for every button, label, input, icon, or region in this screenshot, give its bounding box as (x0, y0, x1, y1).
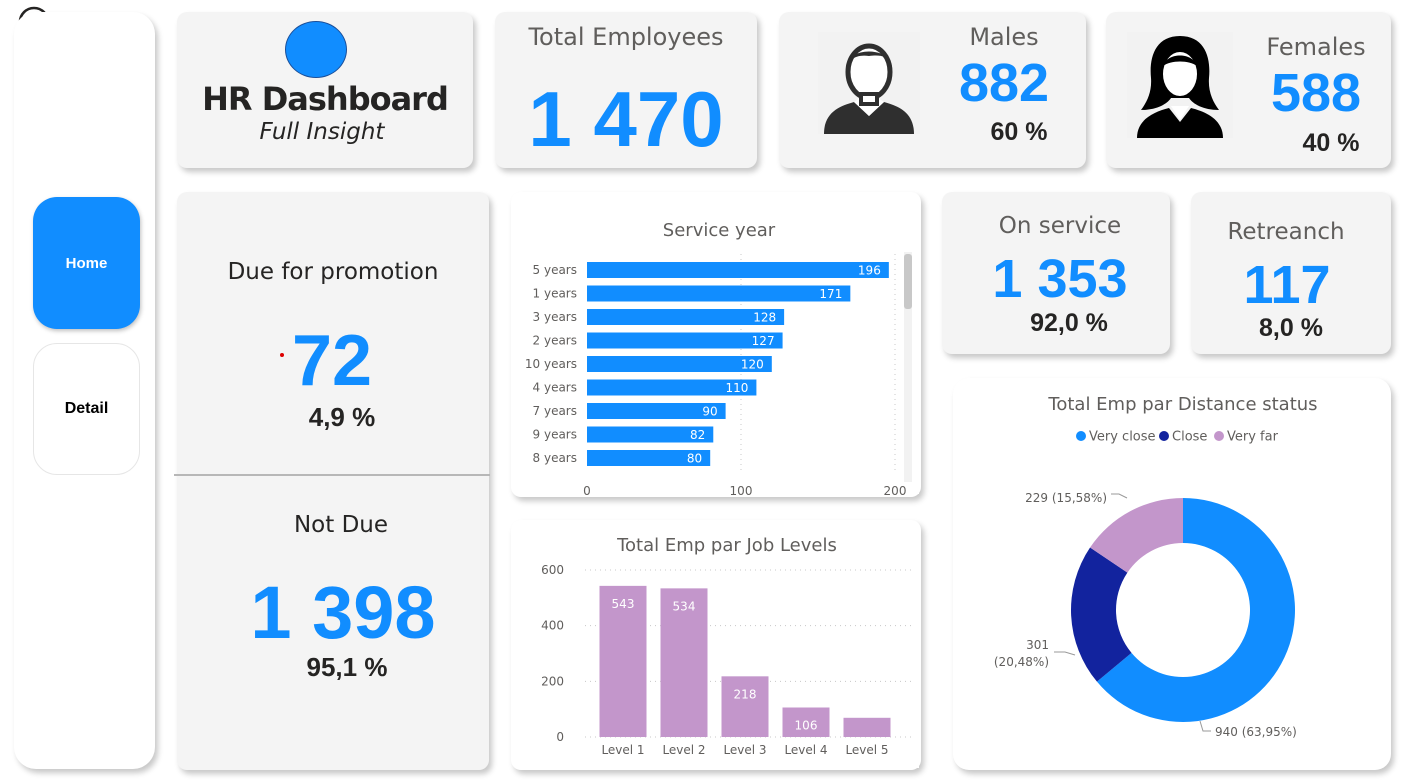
not-due-label: Not Due (293, 512, 389, 538)
service-year-bar[interactable] (587, 262, 889, 278)
job-level-bar[interactable] (843, 717, 891, 737)
females-label: Females (1266, 33, 1366, 61)
legend-label[interactable]: Very far (1227, 430, 1279, 445)
males-percent: 60 % (990, 118, 1048, 146)
x-category-label: Level 1 (601, 743, 644, 757)
leader-line (1054, 651, 1076, 656)
donut-data-label: 940 (63,95%) (1215, 725, 1297, 739)
bar-data-label: 218 (734, 687, 757, 701)
promotion-card: Due for promotion 72 4,9 % Not Due 1 398… (174, 192, 490, 770)
total-employees-value: 1 470 (528, 75, 724, 163)
y-category-label: 7 years (533, 404, 577, 418)
total-employees-card: Total Employees 1 470 (495, 12, 757, 168)
leader-line (1199, 720, 1211, 732)
legend-label[interactable]: Very close (1089, 430, 1156, 445)
distance-status-title: Total Emp par Distance status (1047, 394, 1317, 415)
bar-data-label: 82 (690, 428, 705, 442)
legend-marker (1076, 431, 1086, 441)
retreanch-value: 117 (1243, 255, 1331, 315)
x-tick-label: 0 (583, 484, 591, 497)
not-due-percent: 95,1 % (306, 652, 388, 682)
males-card: Males 882 60 % (779, 12, 1086, 168)
logo-circle (285, 21, 347, 78)
y-category-label: 5 years (533, 263, 577, 277)
on-service-value: 1 353 (992, 249, 1128, 309)
donut-data-label: (20,48%) (994, 655, 1049, 669)
retreanch-percent: 8,0 % (1259, 314, 1323, 342)
x-category-label: Level 3 (723, 743, 766, 757)
female-avatar-icon (1127, 32, 1233, 138)
retreanch-card: Retreanch 117 8,0 % (1191, 192, 1391, 354)
legend-marker (1214, 431, 1224, 441)
y-tick-label: 600 (541, 563, 564, 577)
bar-data-label: 90 (702, 405, 717, 419)
y-category-label: 1 years (533, 287, 577, 301)
y-category-label: 2 years (533, 334, 577, 348)
total-employees-label: Total Employees (528, 23, 724, 51)
x-category-label: Level 5 (845, 743, 888, 757)
females-value: 588 (1270, 63, 1362, 123)
bar-data-label: 196 (858, 264, 881, 278)
x-tick-label: 100 (730, 484, 753, 497)
x-category-label: Level 2 (662, 743, 705, 757)
service-year-title: Service year (663, 220, 776, 241)
bar-data-label: 80 (687, 452, 702, 466)
bar-data-label: 171 (819, 287, 842, 301)
job-levels-card: Total Emp par Job Levels 600 400 200 0 543 Le… (511, 520, 921, 770)
on-service-label: On service (998, 213, 1122, 239)
due-for-promotion-value: 72 (291, 321, 373, 401)
title-card: HR Dashboard Full Insight (177, 12, 473, 168)
job-level-bar[interactable] (721, 676, 769, 737)
donut-data-label: 229 (15,58%) (1025, 491, 1107, 505)
y-tick-label: 200 (541, 674, 564, 688)
nav-detail-button[interactable]: Detail (33, 343, 140, 475)
not-due-value: 1 398 (250, 571, 436, 654)
page-subtitle: Full Insight (259, 119, 385, 145)
y-category-label: 3 years (533, 310, 577, 324)
retreanch-label: Retreanch (1227, 219, 1345, 245)
x-tick-label: 200 (884, 484, 907, 497)
page-title: HR Dashboard (202, 80, 449, 118)
bar-data-label: 543 (612, 597, 635, 611)
scrollbar-thumb[interactable] (904, 254, 912, 309)
bar-data-label: 534 (673, 599, 696, 613)
leader-line (1111, 493, 1128, 499)
distance-status-card: Total Emp par Distance status Very close… (953, 378, 1391, 770)
job-levels-chart: Total Emp par Job Levels 600 400 200 0 543 Le… (536, 530, 919, 768)
on-service-percent: 92,0 % (1030, 309, 1108, 337)
service-year-bar[interactable] (587, 285, 851, 302)
legend-marker (1159, 431, 1169, 441)
on-service-card: On service 1 353 92,0 % (942, 192, 1170, 354)
y-category-label: 8 years (533, 451, 577, 465)
bar-data-label: 106 (795, 718, 818, 732)
bar-data-label: 127 (752, 334, 775, 348)
service-year-card: Service year 0 100 200 5 years 196 1 years 171… (511, 192, 921, 497)
females-percent: 40 % (1302, 129, 1360, 157)
males-value: 882 (958, 53, 1050, 113)
nav-home-button[interactable]: Home (33, 197, 140, 329)
y-tick-label: 400 (541, 619, 564, 633)
due-for-promotion-label: Due for promotion (227, 259, 439, 285)
donut-data-label: 301 (1026, 638, 1049, 652)
male-avatar-icon (818, 32, 920, 134)
y-category-label: 10 years (525, 357, 577, 371)
x-category-label: Level 4 (784, 743, 827, 757)
bar-data-label: 120 (741, 358, 764, 372)
y-category-label: 4 years (533, 381, 577, 395)
females-card: Females 588 40 % (1106, 12, 1391, 168)
bar-data-label: 110 (725, 381, 748, 395)
bar-data-label: 128 (753, 311, 776, 325)
legend-label[interactable]: Close (1172, 430, 1207, 445)
service-year-chart: Service year 0 100 200 5 years 196 1 years 171… (519, 216, 919, 497)
y-category-label: 9 years (533, 428, 577, 442)
males-label: Males (969, 23, 1039, 51)
divider (174, 474, 490, 476)
distance-status-chart: Total Emp par Distance status Very close… (994, 394, 1318, 739)
job-levels-title: Total Emp par Job Levels (616, 535, 837, 556)
due-for-promotion-percent: 4,9 % (308, 402, 376, 432)
y-tick-label: 0 (556, 730, 564, 744)
